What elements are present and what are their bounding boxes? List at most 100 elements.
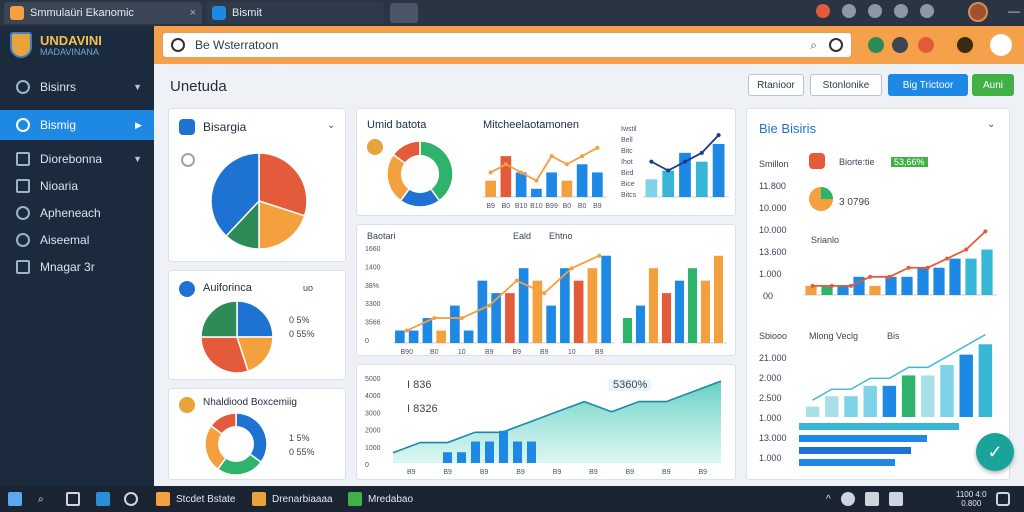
task-view-button[interactable] [66, 490, 80, 508]
big-trictoor-button[interactable]: Big Trictoor [888, 74, 968, 96]
bar [592, 172, 603, 197]
y-tick-label: Bell [621, 137, 633, 144]
card-title: Nhaldiood Boxcemiig [203, 397, 297, 408]
rtanioor-button[interactable]: Rtanioor [748, 74, 804, 96]
legend-title: Sbiooo [759, 331, 788, 341]
history-icon[interactable] [894, 4, 908, 18]
square-icon [16, 152, 30, 166]
metric-value: 3 0796 [839, 197, 870, 208]
user-icon [16, 206, 30, 220]
share-icon[interactable] [918, 37, 934, 53]
browser-tab-2[interactable]: Bismit [206, 2, 384, 24]
new-tab-button[interactable] [390, 3, 418, 23]
windows-icon [8, 492, 22, 506]
battery-icon[interactable] [888, 492, 903, 506]
chevron-up-icon[interactable]: ^ [826, 494, 831, 505]
gear-icon [16, 233, 30, 247]
legend-value: 0 55% [289, 329, 315, 339]
x-tick-label: B0 [502, 203, 511, 210]
chevron-down-icon[interactable]: ⌄ [327, 120, 335, 131]
x-tick-label: B9 [593, 203, 602, 210]
sidebar-item-aiseemal[interactable]: Aiseemal [0, 225, 154, 255]
network-icon[interactable] [840, 492, 855, 506]
bar [885, 276, 897, 295]
sidebar-item-bismig[interactable]: Bismig ▶ [0, 110, 154, 140]
line-point [945, 256, 949, 261]
tab-label: Smmulaüri Ekanomic [30, 7, 134, 19]
star-icon[interactable] [868, 4, 882, 18]
bar [712, 144, 725, 197]
legend-value: 0 5% [289, 315, 310, 325]
tab-close-icon[interactable]: × [190, 7, 196, 19]
taskbar-app[interactable] [124, 490, 138, 508]
sidebar-item-bisinrs[interactable]: Bisinrs ▼ [0, 72, 154, 102]
bar [844, 396, 858, 417]
pet-icon [179, 397, 195, 413]
taskbar-app-1[interactable]: Stcdet Bstate [156, 490, 235, 508]
start-button[interactable] [8, 490, 22, 508]
sidebar-item-mnagar[interactable]: Mnagar 3r [0, 252, 154, 282]
clock[interactable]: 1100 4:0 0.800 [956, 490, 987, 508]
bar [561, 180, 573, 197]
bar [485, 180, 496, 197]
clock-icon[interactable] [181, 153, 195, 167]
record-icon[interactable] [816, 4, 830, 18]
stonlonike-button[interactable]: Stonlonike [810, 74, 882, 96]
row-label: 11.800 [759, 181, 786, 191]
confirm-fab-button[interactable]: ✓ [976, 433, 1014, 471]
bisargia-card: Bisargia ⌄ [168, 108, 346, 262]
minimize-button[interactable]: — [1008, 4, 1020, 18]
user-green-icon[interactable] [868, 37, 884, 53]
sidebar-item-apheneach[interactable]: Apheneach [0, 198, 154, 228]
x-tick-label: B9 [480, 469, 489, 476]
coin-icon[interactable] [954, 34, 976, 56]
search-icon: ⌕ [38, 493, 44, 505]
x-tick-label: 10 [568, 349, 576, 356]
area-fill [393, 381, 721, 463]
row-label: 2.500 [759, 393, 782, 403]
notification-button[interactable] [996, 490, 1010, 508]
bar [457, 452, 466, 463]
extension-icon[interactable] [920, 4, 934, 18]
bar [477, 280, 488, 343]
bar [527, 441, 536, 463]
bar [949, 258, 961, 295]
sidebar-item-label: Bisinrs [40, 80, 77, 94]
hbar [799, 459, 895, 466]
site-info-icon[interactable] [171, 38, 185, 52]
line-point [716, 133, 721, 138]
row-label: 10.000 [759, 203, 787, 213]
settings-icon[interactable] [892, 37, 908, 53]
bar [645, 179, 658, 197]
line-point [649, 159, 654, 164]
line-point [404, 328, 409, 333]
search-button[interactable]: ⌕ [38, 490, 44, 508]
sidebar-item-nioaria[interactable]: Nioaria [0, 171, 154, 201]
taskbar-app-2[interactable]: Drenarbiaaaa [252, 490, 333, 508]
sun-icon[interactable] [990, 34, 1012, 56]
biebisris-bars [803, 229, 997, 296]
line-point [549, 154, 554, 159]
browser-tab-1[interactable]: Smmulaüri Ekanomic × [4, 2, 202, 24]
bar [805, 285, 817, 295]
volume-icon[interactable] [864, 492, 879, 506]
pin-icon[interactable] [842, 4, 856, 18]
chevron-down-icon[interactable]: ⌄ [987, 119, 995, 130]
auni-button[interactable]: Auni [972, 74, 1014, 96]
line-point [569, 266, 574, 271]
search-icon[interactable]: ⌕ [810, 38, 817, 53]
bar [436, 330, 446, 343]
taskbar-app[interactable] [96, 490, 110, 508]
line-point [519, 170, 524, 175]
bar [518, 268, 529, 343]
url-field[interactable]: Be Wsterratoon ⌕ [162, 32, 852, 58]
row-label: 1.000 [759, 269, 782, 279]
taskbar-app-3[interactable]: Mredabao [348, 490, 413, 508]
sidebar-item-diorebonna[interactable]: Diorebonna ▼ [0, 144, 154, 174]
profile-avatar[interactable] [968, 2, 988, 22]
y-tick-label: Bice [621, 181, 635, 188]
mitchel-bars: B9 B0 B10 B10 B99 B0 B0 B9 [483, 145, 607, 210]
line-point [514, 278, 519, 283]
taskbar-label: Mredabao [368, 493, 414, 505]
refresh-icon[interactable] [829, 37, 843, 52]
